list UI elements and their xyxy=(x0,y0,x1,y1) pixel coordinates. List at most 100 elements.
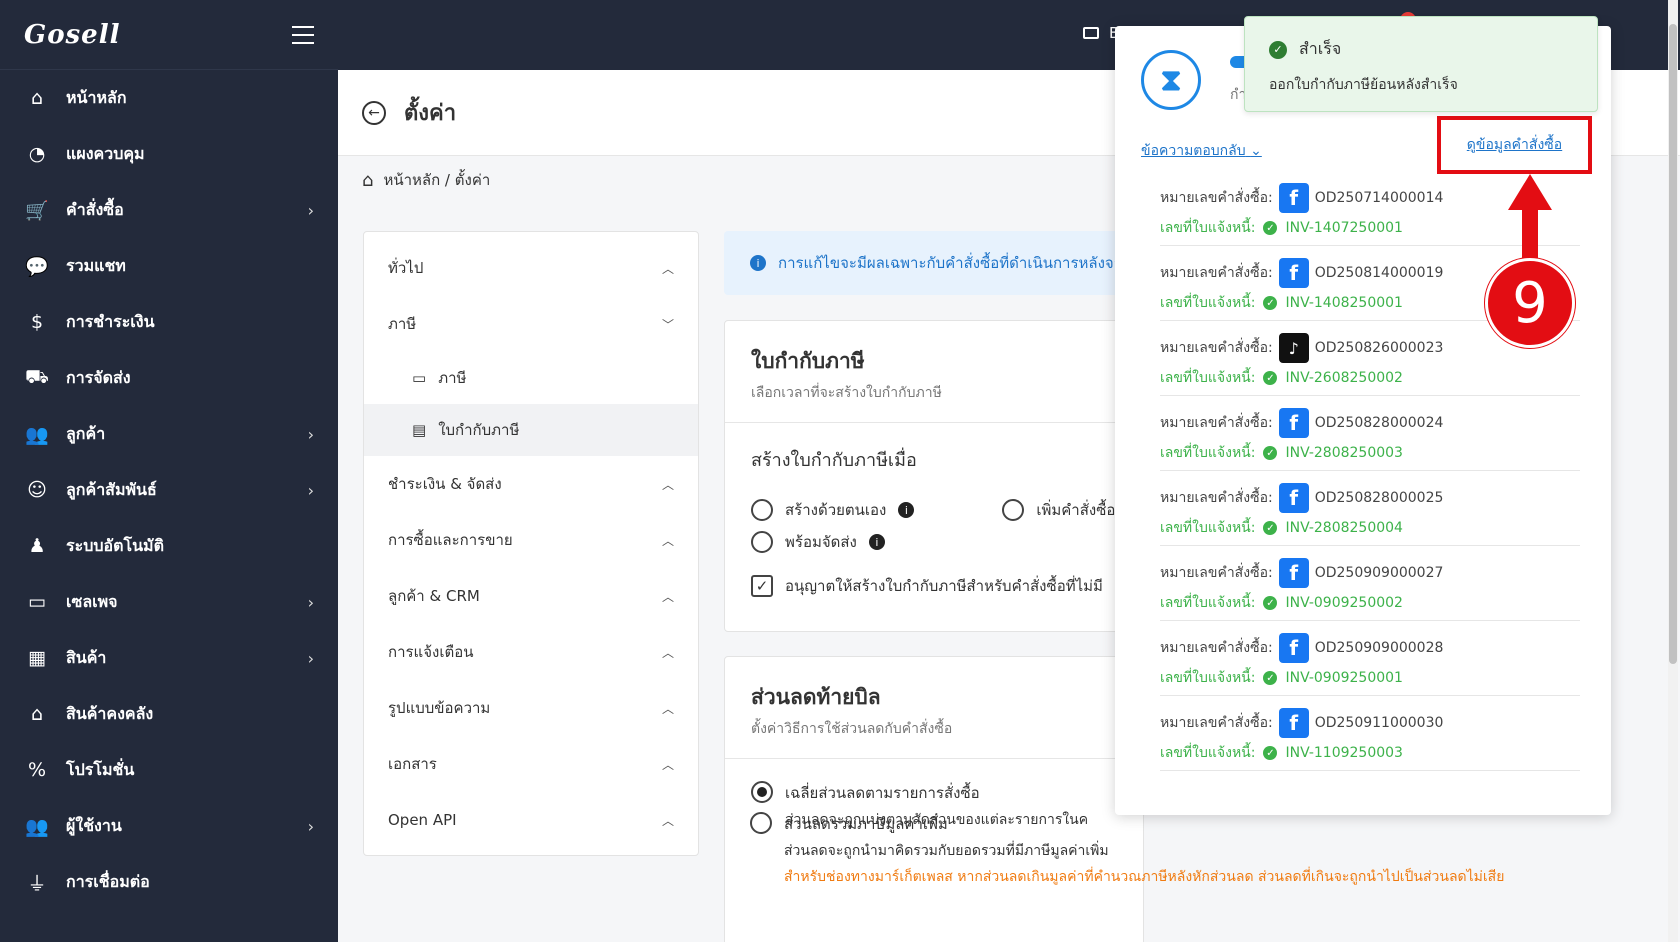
invoice-number[interactable]: INV-1408250001 xyxy=(1285,295,1402,311)
annotation-step-badge: 9 xyxy=(1485,258,1575,348)
sidebar-item[interactable]: ⛟ การจัดส่ง xyxy=(0,350,338,406)
sidebar-item-label: ลูกค้าสัมพันธ์ xyxy=(66,479,157,499)
nav-tax-label: ภาษี xyxy=(388,315,417,333)
nav-buy-sell[interactable]: การซื้อและการขาย ︿ xyxy=(364,512,698,568)
chevron-up-icon: ︿ xyxy=(661,533,674,548)
chevron-up-icon: ︿ xyxy=(661,813,674,828)
check-circle-icon: ✓ xyxy=(1263,521,1278,535)
marketplace-warning: สำหรับช่องทางมาร์เก็ตเพลส หากส่วนลดเกินม… xyxy=(784,869,1505,885)
order-number[interactable]: OD250828000024 xyxy=(1315,415,1444,431)
card-subtitle: ตั้งค่าวิธีการใช้ส่วนลดกับคำสั่งซื้อ xyxy=(751,721,953,737)
sidebar-item[interactable]: 👥 ลูกค้า › xyxy=(0,406,338,462)
order-number[interactable]: OD250828000025 xyxy=(1315,490,1444,506)
nav-message-format-label: รูปแบบข้อความ xyxy=(388,699,491,717)
allow-checkbox[interactable]: ✓ xyxy=(751,575,773,597)
home-icon[interactable]: ⌂ xyxy=(362,170,373,191)
view-orders-link[interactable]: ดูข้อมูลคำสั่งซื้อ xyxy=(1437,116,1592,174)
cart-icon: 🛒 xyxy=(25,199,49,222)
radio-manual[interactable] xyxy=(751,499,773,521)
radio-discount-vat-label: ส่วนลดรวมภาษีมูลค่าเพิ่ม xyxy=(784,815,948,833)
breadcrumb: ⌂ หน้าหลัก / ตั้งค่า xyxy=(362,168,490,192)
order-number[interactable]: OD250909000028 xyxy=(1315,640,1444,656)
order-label: หมายเลขคำสั่งซื้อ: xyxy=(1160,715,1273,731)
nav-documents-label: เอกสาร xyxy=(388,755,437,773)
order-number[interactable]: OD250814000019 xyxy=(1315,265,1444,281)
dashboard-icon: ◔ xyxy=(28,143,46,165)
radio-average-discount-label: เฉลี่ยส่วนลดตามรายการสั่งซื้อ xyxy=(785,784,980,802)
sidebar-item[interactable]: ▦ สินค้า › xyxy=(0,630,338,686)
invoice-label: เลขที่ใบแจ้งหนี้: xyxy=(1160,595,1256,611)
sidebar-menu: ⌂ หน้าหลัก ◔ แผงควบคุม 🛒 คำสั่งซื้อ › 💬 รวมแชท $ ก… xyxy=(0,70,338,910)
sidebar-item-label: การจัดส่ง xyxy=(66,367,131,387)
nav-notifications[interactable]: การแจ้งเตือน ︿ xyxy=(364,624,698,680)
invoice-number[interactable]: INV-0909250001 xyxy=(1285,670,1402,686)
invoice-number[interactable]: INV-2608250002 xyxy=(1285,370,1402,386)
nav-open-api[interactable]: Open API ︿ xyxy=(364,792,698,848)
invoice-number[interactable]: INV-2808250003 xyxy=(1285,445,1402,461)
order-label: หมายเลขคำสั่งซื้อ: xyxy=(1160,565,1273,581)
order-number[interactable]: OD250909000027 xyxy=(1315,565,1444,581)
sidebar-item[interactable]: 🛒 คำสั่งซื้อ › xyxy=(0,182,338,238)
sidebar-item[interactable]: ☺ ลูกค้าสัมพันธ์ › xyxy=(0,462,338,518)
sidebar-item[interactable]: ⌂ หน้าหลัก xyxy=(0,70,338,126)
toast-message: ออกใบกำกับภาษีย้อนหลังสำเร็จ xyxy=(1269,77,1458,93)
order-label: หมายเลขคำสั่งซื้อ: xyxy=(1160,265,1273,281)
sidebar-item[interactable]: 👥 ผู้ใช้งาน › xyxy=(0,798,338,854)
invoice-label: เลขที่ใบแจ้งหนี้: xyxy=(1160,745,1256,761)
sidebar-item[interactable]: ⌂ สินค้าคงคลัง xyxy=(0,686,338,742)
order-number[interactable]: OD250826000023 xyxy=(1315,340,1444,356)
radio-discount-vat[interactable] xyxy=(750,812,772,834)
radio-add-order[interactable] xyxy=(1002,499,1025,521)
radio-ready-ship-label: พร้อมจัดส่ง xyxy=(785,533,857,551)
check-circle-icon: ✓ xyxy=(1263,596,1278,610)
nav-notifications-label: การแจ้งเตือน xyxy=(388,643,474,661)
tiktok-icon: ♪ xyxy=(1278,333,1309,363)
info-icon[interactable]: i xyxy=(868,534,885,550)
breadcrumb-text[interactable]: หน้าหลัก / ตั้งค่า xyxy=(383,168,490,192)
sidebar-item[interactable]: 💬 รวมแชท xyxy=(0,238,338,294)
hamburger-menu-icon[interactable] xyxy=(292,25,314,44)
radio-discount-vat-desc: ส่วนลดจะถูกนำมาคิดรวมกับยอดรวมที่มีภาษีม… xyxy=(784,843,1109,859)
nav-sub-tax-invoice[interactable]: ▤ ใบกำกับภาษี xyxy=(364,404,698,456)
sidebar-item[interactable]: % โปรโมชั่น xyxy=(0,742,338,798)
nav-sub-tax[interactable]: ▭ ภาษี xyxy=(364,352,698,404)
invoice-number[interactable]: INV-2808250004 xyxy=(1285,520,1402,536)
card-subtitle: เลือกเวลาที่จะสร้างใบกำกับภาษี xyxy=(751,385,942,401)
discount-vat-option: ส่วนลดรวมภาษีมูลค่าเพิ่ม ส่วนลดจะถูกนำมา… xyxy=(750,812,1650,888)
scrollbar-thumb[interactable] xyxy=(1669,24,1677,664)
chat-icon: 💬 xyxy=(25,255,49,278)
sidebar-item-label: สินค้าคงคลัง xyxy=(66,703,154,723)
nav-tax[interactable]: ภาษี ﹀ xyxy=(364,296,698,352)
home-icon: ⌂ xyxy=(30,87,44,109)
nav-message-format[interactable]: รูปแบบข้อความ ︿ xyxy=(364,680,698,736)
radio-average-discount[interactable] xyxy=(751,781,773,803)
card-title: ใบกำกับภาษี xyxy=(751,349,865,373)
info-banner: i การแก้ไขจะมีผลเฉพาะกับคำสั่งซื้อที่ดำเ… xyxy=(724,231,1144,295)
order-number[interactable]: OD250714000014 xyxy=(1315,190,1444,206)
sidebar-item[interactable]: ♟ ระบบอัตโนมัติ xyxy=(0,518,338,574)
invoice-number[interactable]: INV-1407250001 xyxy=(1285,220,1402,236)
crm-icon: ☺ xyxy=(27,479,47,501)
sidebar-item[interactable]: $ การชำระเงิน xyxy=(0,294,338,350)
nav-payment-shipping[interactable]: ชำระเงิน & จัดส่ง ︿ xyxy=(364,456,698,512)
invoice-number[interactable]: INV-0909250002 xyxy=(1285,595,1402,611)
nav-documents[interactable]: เอกสาร ︿ xyxy=(364,736,698,792)
store-icon xyxy=(1083,27,1099,39)
back-arrow-icon[interactable]: ← xyxy=(362,100,386,125)
info-icon[interactable]: i xyxy=(898,502,915,518)
section-title: สร้างใบกำกับภาษีเมื่อ xyxy=(751,450,917,471)
sidebar-item[interactable]: ▭ เซลเพจ › xyxy=(0,574,338,630)
reply-message-dropdown[interactable]: ข้อความตอบกลับ ⌄ xyxy=(1141,140,1262,162)
nav-general[interactable]: ทั่วไป ︿ xyxy=(364,240,698,296)
logo[interactable]: Gosell xyxy=(24,20,120,50)
nav-customer-crm[interactable]: ลูกค้า & CRM ︿ xyxy=(364,568,698,624)
nav-open-api-label: Open API xyxy=(388,811,457,829)
invoice-label: เลขที่ใบแจ้งหนี้: xyxy=(1160,670,1256,686)
invoice-number[interactable]: INV-1109250003 xyxy=(1285,745,1402,761)
tax-invoice-card: ใบกำกับภาษี เลือกเวลาที่จะสร้างใบกำกับภา… xyxy=(724,320,1144,632)
order-number[interactable]: OD250911000030 xyxy=(1315,715,1444,731)
chevron-up-icon: ︿ xyxy=(661,261,674,276)
sidebar-item[interactable]: ◔ แผงควบคุม xyxy=(0,126,338,182)
sidebar-item[interactable]: ⏚ การเชื่อมต่อ xyxy=(0,854,338,910)
radio-ready-ship[interactable] xyxy=(751,531,773,553)
